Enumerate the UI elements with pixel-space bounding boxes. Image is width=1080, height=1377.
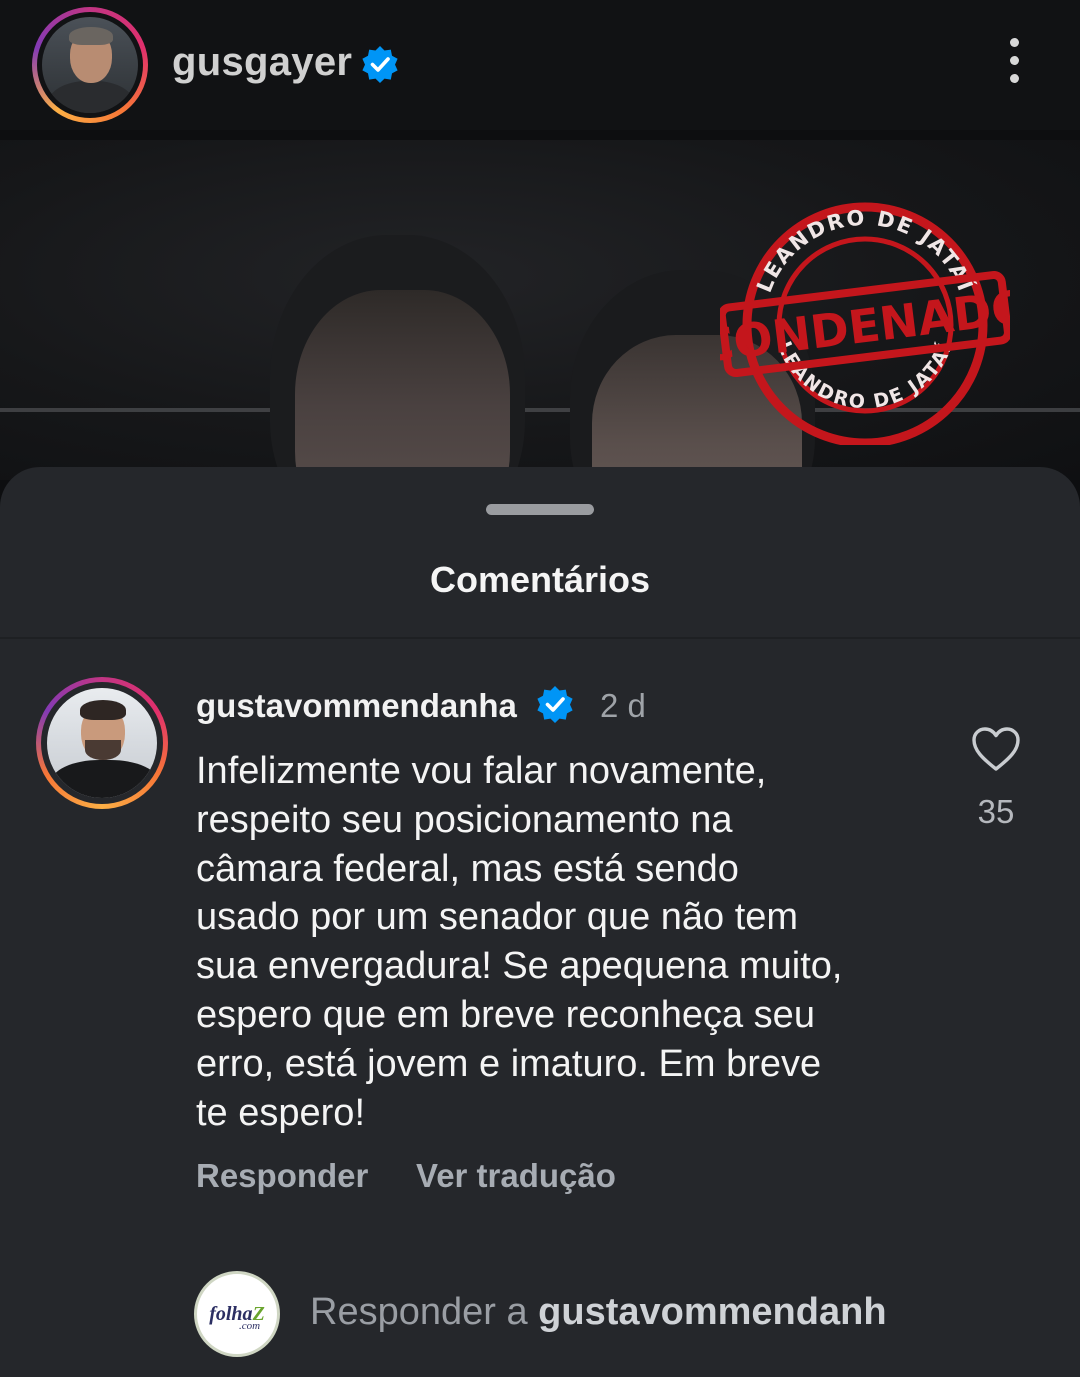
reply-button[interactable]: Responder [196,1157,368,1195]
condenado-stamp: LEANDRO DE JATAÍ LEANDRO DE JATAÍ CONDEN… [720,202,1010,445]
comment-text-line: câmara federal, mas está sendo [196,847,739,890]
comment-text-line: usado por um senador que não tem [196,896,799,939]
profile-avatar-ring[interactable] [32,7,148,123]
translate-button[interactable]: Ver tradução [416,1157,616,1195]
reply-placeholder-prefix: Responder a [310,1291,528,1333]
folhaz-logo-sub: .com [239,1320,261,1332]
heart-icon[interactable] [970,725,1022,773]
commenter-avatar-ring[interactable] [36,677,168,809]
reply-input[interactable]: Responder a gustavommendanh [310,1291,915,1334]
verified-badge-icon [362,46,398,83]
avatar[interactable] [47,688,157,798]
more-options-icon[interactable] [1000,38,1028,92]
like-count: 35 [977,793,1015,830]
reply-placeholder-user: gustavommendanh [538,1291,887,1333]
comment-text-line: te espero! [196,1091,365,1134]
divider [0,637,1080,639]
comment-text-line: espero que em breve reconheça seu [196,993,815,1036]
comment-text-line: erro, está jovem e imaturo. Em breve [196,1042,822,1085]
comment-text-line: sua envergadura! Se apequena muito, [196,945,843,988]
sheet-title: Comentários [429,559,651,600]
comment-text: Infelizmente vou falar novamente, respei… [196,747,916,1137]
post-image[interactable]: LEANDRO DE JATAÍ LEANDRO DE JATAÍ CONDEN… [0,140,1080,480]
current-user-avatar[interactable]: folhaZ .com [194,1271,280,1357]
verified-badge-icon [537,686,573,723]
comment-text-line: Infelizmente vou falar novamente, [196,750,767,792]
post-header: gusgayer [0,0,1080,130]
comments-sheet: Comentários gustavommendanha 2 d Infeliz… [0,467,1080,1377]
avatar[interactable] [42,17,138,113]
post-author-username[interactable]: gusgayer [172,40,352,85]
comment-username[interactable]: gustavommendanha [196,687,517,725]
comment-timestamp: 2 d [600,687,646,724]
comment-text-line: respeito seu posicionamento na [196,798,733,841]
person-left-face [295,290,510,480]
drag-handle[interactable] [486,504,594,515]
